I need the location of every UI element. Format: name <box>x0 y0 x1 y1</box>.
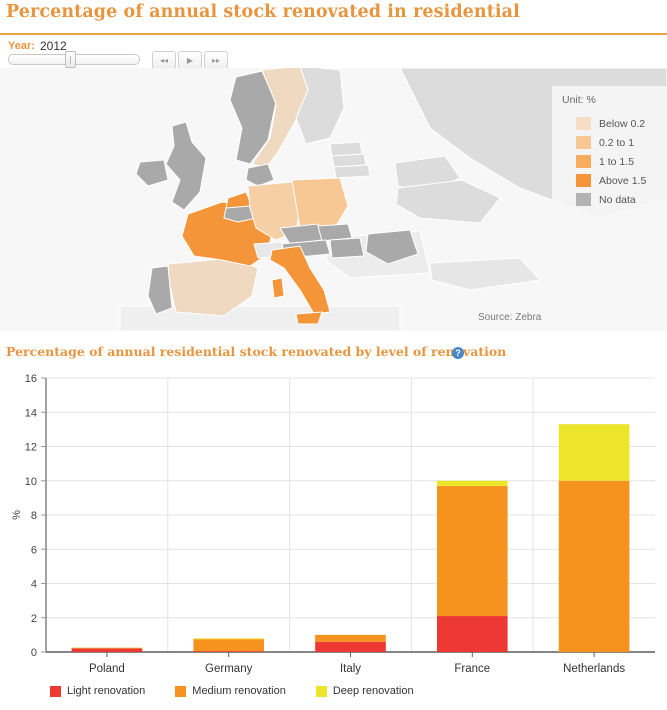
legend-swatch-02-to-1 <box>576 136 591 149</box>
bar-segment-germany-0[interactable] <box>193 651 265 652</box>
map-legend-item: Above 1.5 <box>576 171 661 190</box>
legend-swatch-above-15 <box>576 174 591 187</box>
y-axis-tick-label: 10 <box>25 476 37 488</box>
bar-segment-poland-0[interactable] <box>71 648 143 652</box>
year-value: 2012 <box>40 39 67 53</box>
fast-forward-icon: ▸▸ <box>211 55 221 65</box>
chart-legend-swatch-deep <box>315 685 327 697</box>
x-axis-tick-label-germany: Germany <box>205 663 253 675</box>
legend-label-above-15: Above 1.5 <box>599 174 647 187</box>
x-axis-tick-label-poland: Poland <box>89 663 125 675</box>
bar-segment-france-0[interactable] <box>436 616 508 652</box>
map-legend-item: Below 0.2 <box>576 114 661 133</box>
country-sardinia <box>271 277 285 299</box>
chart-legend-item-deep[interactable]: Deep renovation <box>315 685 414 697</box>
bar-segment-poland-1[interactable] <box>71 647 143 649</box>
y-axis-tick-label: 16 <box>25 373 37 385</box>
chart-legend-label-medium: Medium renovation <box>192 685 286 697</box>
y-axis-tick-label: 8 <box>31 510 37 522</box>
y-axis-tick-label: 12 <box>25 442 37 454</box>
chart-title: Percentage of annual residential stock r… <box>6 344 507 359</box>
map-panel[interactable]: Source: Zebra Unit: % Below 0.2 0.2 to 1… <box>0 68 667 331</box>
chart-legend: Light renovation Medium renovation Deep … <box>50 685 444 697</box>
y-axis-tick-label: 4 <box>31 579 37 591</box>
map-legend-item: 0.2 to 1 <box>576 133 661 152</box>
bar-segment-germany-2[interactable] <box>193 638 265 640</box>
x-axis-tick-label-italy: Italy <box>340 663 361 675</box>
map-legend-item: 1 to 1.5 <box>576 152 661 171</box>
map-source-text: Source: Zebra <box>478 312 542 323</box>
bar-segment-france-2[interactable] <box>436 480 508 486</box>
bar-segment-italy-0[interactable] <box>315 641 386 652</box>
legend-label-below-02: Below 0.2 <box>599 117 646 130</box>
chart-area: 0 2 4 6 8 10 12 14 16% Poland Germany Italy France Ne… <box>0 368 667 710</box>
y-axis-tick-label: 2 <box>31 613 37 625</box>
chart-legend-label-light: Light renovation <box>67 685 146 697</box>
country-poland <box>291 177 349 229</box>
controls-bar: Year: 2012 ◂◂ ▶ ▸▸ Sources Map Excel <box>0 35 667 101</box>
legend-swatch-1-to-15 <box>576 155 591 168</box>
map-legend-item: No data <box>576 190 661 209</box>
legend-label-no-data: No data <box>599 193 636 206</box>
bar-segment-netherlands-1[interactable] <box>558 480 630 652</box>
bar-segment-italy-1[interactable] <box>315 634 386 642</box>
stacked-bar-chart: 0 2 4 6 8 10 12 14 16% Poland Germany Italy France Ne… <box>11 373 655 675</box>
help-icon[interactable]: ? <box>452 347 464 359</box>
year-slider-handle[interactable] <box>64 51 76 68</box>
legend-label-02-to-1: 0.2 to 1 <box>599 136 635 149</box>
fast-forward-button[interactable]: ▸▸ <box>204 51 228 69</box>
bar-segment-germany-1[interactable] <box>193 639 265 652</box>
chart-legend-swatch-light <box>50 685 61 697</box>
chart-legend-item-medium[interactable]: Medium renovation <box>175 685 286 697</box>
rewind-button[interactable]: ◂◂ <box>152 51 176 69</box>
country-hungary <box>329 237 365 259</box>
legend-swatch-no-data <box>576 193 591 206</box>
play-icon: ▶ <box>186 55 194 65</box>
bar-segment-netherlands-2[interactable] <box>558 424 630 481</box>
legend-swatch-below-02 <box>576 117 591 130</box>
chart-legend-item-light[interactable]: Light renovation <box>50 685 145 697</box>
legend-label-1-to-15: 1 to 1.5 <box>599 155 635 168</box>
page-title: Percentage of annual stock renovated in … <box>6 2 520 22</box>
x-axis-tick-label-netherlands: Netherlands <box>563 663 625 675</box>
map-legend: Unit: % Below 0.2 0.2 to 1 1 to 1.5 Abov… <box>552 86 667 219</box>
application-root: Percentage of annual stock renovated in … <box>0 0 667 710</box>
y-axis-tick-label: 6 <box>31 544 37 556</box>
rewind-icon: ◂◂ <box>159 55 169 65</box>
play-button[interactable]: ▶ <box>178 51 202 69</box>
x-axis-tick-label-france: France <box>454 663 490 675</box>
country-sicily <box>295 311 323 325</box>
year-label: Year: <box>8 40 35 52</box>
country-lithuania <box>333 164 371 179</box>
chart-legend-swatch-medium <box>175 685 187 697</box>
country-estonia <box>329 141 363 157</box>
chart-legend-label-deep: Deep renovation <box>332 685 414 697</box>
y-axis-tick-label: 0 <box>31 647 37 659</box>
bar-segment-france-1[interactable] <box>436 485 508 617</box>
y-axis-title: % <box>11 510 23 520</box>
y-axis-tick-label: 14 <box>25 407 37 419</box>
map-legend-unit: Unit: % <box>562 94 596 106</box>
